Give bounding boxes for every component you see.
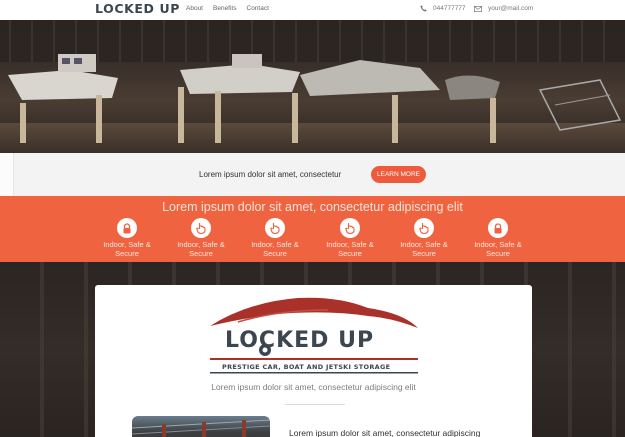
card-tagline: Lorem ipsum dolor sit amet, consectetur …: [211, 382, 416, 392]
feature-label-line2: Secure: [486, 248, 510, 258]
cta-bar: Lorem ipsum dolor sit amet, consectetur …: [0, 153, 625, 196]
features-title: Lorem ipsum dolor sit amet, consectetur …: [162, 200, 463, 214]
nav-link-about[interactable]: About: [186, 5, 203, 12]
cta-side-tab: [0, 153, 14, 196]
feature-label-line2: Secure: [412, 248, 436, 258]
hand-pointer-icon: [340, 218, 360, 238]
lock-icon: [117, 218, 137, 238]
hand-pointer-icon: [414, 218, 434, 238]
nav-email[interactable]: your@mail.com: [474, 5, 533, 12]
nav-phone[interactable]: 044777777: [420, 5, 466, 12]
hero-pillar: [392, 95, 398, 143]
hero-pillar: [292, 93, 298, 143]
hand-pointer-icon: [191, 218, 211, 238]
email-address: your@mail.com: [488, 5, 534, 12]
nav-link-contact[interactable]: Contact: [247, 5, 269, 12]
top-navbar: LOCKED UP About Benefits Contact 0447777…: [0, 0, 625, 20]
hero-pillar: [215, 91, 221, 143]
card-divider: [285, 404, 345, 405]
feature-label-line2: Secure: [189, 248, 213, 258]
feature-item: Indoor, Safe & Secure: [463, 218, 533, 258]
feature-label-line2: Secure: [338, 248, 362, 258]
card-logo-title: LOCKED UP: [225, 328, 375, 353]
hero-pillar: [490, 98, 496, 143]
card-logo: LOCKED UP PRESTIGE CAR, BOAT AND JETSKI …: [208, 288, 422, 378]
hero-pillar: [178, 87, 184, 143]
hero-pillar: [20, 103, 26, 143]
cta-text: Lorem ipsum dolor sit amet, consectetur: [199, 170, 342, 179]
feature-label-line2: Secure: [263, 248, 287, 258]
card-body-text: Lorem ipsum dolor sit amet, consectetur …: [289, 428, 481, 437]
phone-icon: [420, 5, 427, 12]
site-logo[interactable]: LOCKED UP: [95, 1, 180, 16]
hand-pointer-icon: [265, 218, 285, 238]
learn-more-button[interactable]: LEARN MORE: [371, 166, 426, 183]
card-warehouse-photo: [132, 416, 270, 437]
feature-item: Indoor, Safe & Secure: [166, 218, 236, 258]
hero-boats-graphic: [8, 54, 622, 131]
nav-link-benefits[interactable]: Benefits: [213, 5, 237, 12]
feature-item: Indoor, Safe & Secure: [92, 218, 162, 258]
hero-pillar: [96, 95, 102, 143]
about-card: LOCKED UP PRESTIGE CAR, BOAT AND JETSKI …: [95, 285, 532, 437]
feature-item: Indoor, Safe & Secure: [315, 218, 385, 258]
nav-links: About Benefits Contact: [186, 5, 269, 12]
card-logo-subtitle: PRESTIGE CAR, BOAT AND JETSKI STORAGE: [222, 363, 391, 371]
hero-warehouse-image: [0, 20, 625, 153]
feature-item: Indoor, Safe & Secure: [240, 218, 310, 258]
lock-icon: [488, 218, 508, 238]
feature-item: Indoor, Safe & Secure: [389, 218, 459, 258]
features-band: Lorem ipsum dolor sit amet, consectetur …: [0, 196, 625, 262]
mail-icon: [474, 5, 482, 12]
phone-number: 044777777: [433, 5, 466, 12]
feature-label-line2: Secure: [115, 248, 139, 258]
